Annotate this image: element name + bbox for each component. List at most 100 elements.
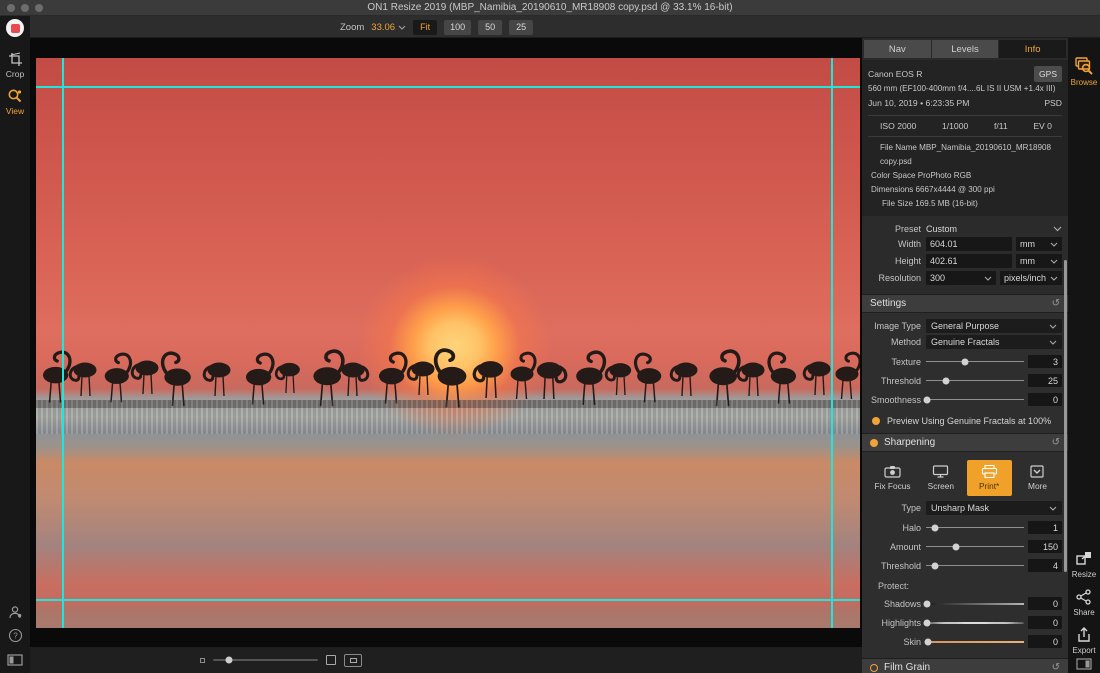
tab-levels[interactable]: Levels bbox=[932, 40, 999, 58]
slider-value[interactable]: 3 bbox=[1028, 355, 1062, 368]
width-input[interactable]: 604.01 bbox=[926, 237, 1012, 251]
height-input[interactable]: 402.61 bbox=[926, 254, 1012, 268]
slider-value[interactable]: 0 bbox=[1028, 597, 1062, 610]
zoom-25-button[interactable]: 25 bbox=[509, 20, 533, 35]
chevron-down-icon bbox=[1050, 259, 1058, 264]
slider-value[interactable]: 150 bbox=[1028, 540, 1062, 553]
minimize-window-button[interactable] bbox=[21, 4, 29, 12]
chevron-down-icon bbox=[1049, 506, 1057, 511]
height-unit-dropdown[interactable]: mm bbox=[1016, 254, 1062, 268]
slider-track[interactable] bbox=[926, 641, 1024, 643]
browse-icon bbox=[1074, 56, 1094, 76]
export-module-button[interactable]: Export bbox=[1068, 626, 1100, 655]
section-toggle-icon[interactable] bbox=[870, 439, 878, 447]
photo-preview[interactable] bbox=[36, 58, 860, 628]
slider-value[interactable]: 0 bbox=[1028, 616, 1062, 629]
preview-zoom-slider-thumb[interactable] bbox=[225, 657, 232, 664]
slider-thumb[interactable] bbox=[931, 524, 938, 531]
tab-info[interactable]: Info bbox=[999, 40, 1066, 58]
width-unit-dropdown[interactable]: mm bbox=[1016, 237, 1062, 251]
preview-compare-button[interactable] bbox=[344, 654, 362, 667]
account-button[interactable] bbox=[0, 605, 30, 620]
zoom-out-icon[interactable] bbox=[200, 658, 205, 663]
aperture-value: f/11 bbox=[994, 121, 1008, 131]
slider-track[interactable] bbox=[926, 622, 1024, 624]
zoom-window-button[interactable] bbox=[35, 4, 43, 12]
slider-value[interactable]: 0 bbox=[1028, 635, 1062, 648]
zoom-in-icon[interactable] bbox=[326, 655, 336, 665]
sharpening-header[interactable]: Sharpening ↺ bbox=[862, 433, 1068, 452]
fix-focus-mode-button[interactable]: Fix Focus bbox=[870, 460, 915, 496]
printer-icon bbox=[981, 465, 998, 478]
slider-track[interactable] bbox=[926, 565, 1024, 566]
zoom-50-button[interactable]: 50 bbox=[478, 20, 502, 35]
print-mode-button[interactable]: Print* bbox=[967, 460, 1012, 496]
slider-track[interactable] bbox=[926, 380, 1024, 381]
sharpening-modes: Fix Focus Screen Print bbox=[868, 456, 1062, 498]
image-type-dropdown[interactable]: General Purpose bbox=[926, 319, 1062, 333]
view-tool-button[interactable]: View bbox=[0, 88, 30, 116]
slider-track[interactable] bbox=[926, 399, 1024, 400]
slider-thumb[interactable] bbox=[924, 638, 931, 645]
resize-icon bbox=[1075, 550, 1093, 568]
section-toggle-icon[interactable] bbox=[870, 664, 878, 672]
slider-value[interactable]: 0 bbox=[1028, 393, 1062, 406]
slider-thumb[interactable] bbox=[923, 396, 930, 403]
preview-zoom-slider[interactable] bbox=[213, 659, 318, 661]
help-button[interactable]: ? bbox=[0, 628, 30, 643]
slider-track[interactable] bbox=[926, 361, 1024, 362]
toggle-on-icon[interactable] bbox=[872, 417, 880, 425]
chevron-down-icon[interactable] bbox=[1053, 226, 1062, 232]
gallery-wrap-guide-right[interactable] bbox=[831, 58, 833, 628]
preset-dropdown[interactable]: Custom bbox=[926, 224, 1053, 234]
zoom-value-dropdown[interactable]: 33.06 bbox=[371, 22, 406, 33]
slider-track[interactable] bbox=[926, 546, 1024, 547]
chevron-down-icon bbox=[984, 276, 992, 281]
reset-icon[interactable]: ↺ bbox=[1052, 298, 1060, 309]
bottom-toolbar bbox=[30, 647, 862, 673]
slider-thumb[interactable] bbox=[962, 358, 969, 365]
settings-header[interactable]: Settings ↺ bbox=[862, 294, 1068, 313]
slider-thumb[interactable] bbox=[923, 619, 930, 626]
tab-nav[interactable]: Nav bbox=[864, 40, 931, 58]
resolution-input-dropdown[interactable]: 300 bbox=[926, 271, 996, 285]
crop-tool-button[interactable]: Crop bbox=[0, 52, 30, 79]
panel-scrollbar[interactable] bbox=[1064, 260, 1067, 572]
slider-thumb[interactable] bbox=[942, 377, 949, 384]
threshold-slider: Threshold 25 bbox=[868, 374, 1062, 387]
zoom-100-button[interactable]: 100 bbox=[444, 20, 471, 35]
film-grain-header[interactable]: Film Grain ↺ bbox=[862, 658, 1068, 673]
gps-button[interactable]: GPS bbox=[1034, 66, 1062, 82]
right-panel-toggle-button[interactable] bbox=[1068, 658, 1100, 670]
slider-track[interactable] bbox=[926, 527, 1024, 528]
slider-value[interactable]: 25 bbox=[1028, 374, 1062, 387]
resolution-unit-dropdown[interactable]: pixels/inch bbox=[1000, 271, 1062, 285]
share-module-button[interactable]: Share bbox=[1068, 588, 1100, 617]
image-canvas[interactable] bbox=[30, 38, 862, 647]
reset-icon[interactable]: ↺ bbox=[1052, 437, 1060, 448]
zoom-fit-button[interactable]: Fit bbox=[413, 20, 437, 35]
method-dropdown[interactable]: Genuine Fractals bbox=[926, 335, 1062, 349]
gallery-wrap-guide-top[interactable] bbox=[36, 86, 860, 88]
resize-module-button[interactable]: Resize bbox=[1068, 550, 1100, 579]
slider-value[interactable]: 4 bbox=[1028, 559, 1062, 572]
width-row: Width 604.01 mm bbox=[868, 237, 1062, 251]
screen-mode-button[interactable]: Screen bbox=[918, 460, 963, 496]
close-window-button[interactable] bbox=[7, 4, 15, 12]
more-mode-button[interactable]: More bbox=[1015, 460, 1060, 496]
sharpen-type-dropdown[interactable]: Unsharp Mask bbox=[926, 501, 1062, 515]
lens-info: 560 mm (EF100-400mm f/4....6L IS II USM … bbox=[868, 82, 1062, 96]
reset-icon[interactable]: ↺ bbox=[1052, 662, 1060, 673]
slider-track[interactable] bbox=[926, 603, 1024, 605]
gallery-wrap-guide-bottom[interactable] bbox=[36, 599, 860, 601]
ev-value: EV 0 bbox=[1033, 121, 1052, 131]
slider-thumb[interactable] bbox=[931, 562, 938, 569]
browse-module-button[interactable]: Browse bbox=[1068, 56, 1100, 87]
slider-thumb[interactable] bbox=[923, 600, 930, 607]
slider-value[interactable]: 1 bbox=[1028, 521, 1062, 534]
preview-fractals-toggle[interactable]: Preview Using Genuine Fractals at 100% bbox=[868, 412, 1062, 429]
left-panel-toggle-button[interactable] bbox=[0, 654, 30, 666]
slider-thumb[interactable] bbox=[953, 543, 960, 550]
capture-datetime: Jun 10, 2019 • 6:23:35 PM bbox=[868, 96, 969, 111]
gallery-wrap-guide-left[interactable] bbox=[62, 58, 64, 628]
